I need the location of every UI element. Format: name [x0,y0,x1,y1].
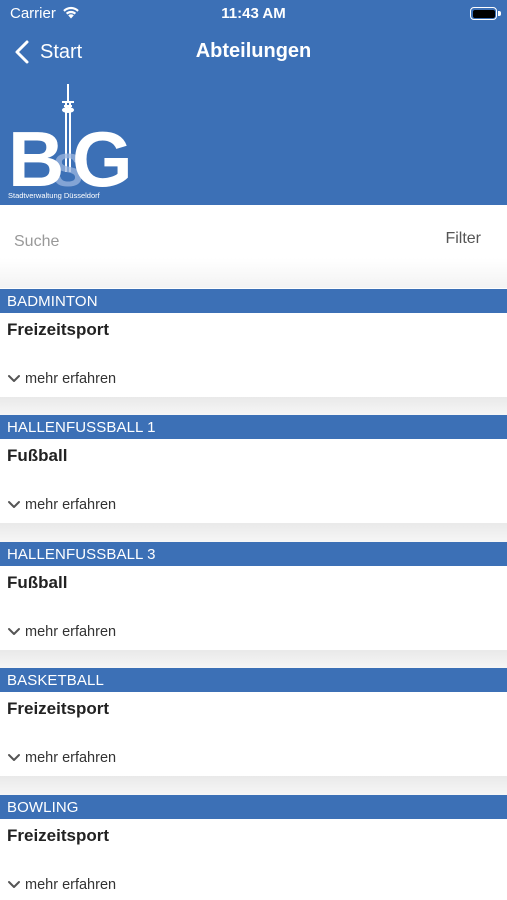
chevron-down-icon [8,880,20,888]
more-info-label: mehr erfahren [25,623,117,640]
bsg-logo: S B G Stadtverwaltung Düsseldorf [8,82,133,203]
more-info-label: mehr erfahren [25,750,117,767]
more-info-button[interactable]: mehr erfahren [7,750,116,766]
department-category: Freizeitsport [7,699,110,719]
filter-button[interactable]: Filter [445,230,481,248]
status-bar: Carrier 11:43 AM [0,0,507,30]
card-separator [0,649,507,669]
more-info-label: mehr erfahren [25,371,117,387]
department-body: Fußball mehr erfahren [0,439,507,524]
more-info-label: mehr erfahren [25,876,117,893]
department-card[interactable]: BOWLING Freizeitsport mehr erfahren [0,794,507,900]
department-category: Freizeitsport [7,825,110,845]
more-info-button[interactable]: mehr erfahren [7,877,116,893]
page-title: Abteilungen [195,40,312,62]
department-name: BOWLING [0,794,507,819]
department-body: Freizeitsport mehr erfahren [0,313,507,397]
more-info-button[interactable]: mehr erfahren [7,371,116,387]
more-info-button[interactable]: mehr erfahren [7,497,116,513]
department-name: HALLENFUSSBALL 3 [0,541,507,566]
department-category: Fußball [7,572,68,592]
department-list: BADMINTON Freizeitsport mehr erfahren HA… [0,289,507,900]
department-name: HALLENFUSSBALL 1 [0,415,507,440]
department-body: Freizeitsport mehr erfahren [0,818,507,900]
department-card[interactable]: HALLENFUSSBALL 1 Fußball mehr erfahren [0,415,507,542]
department-card[interactable]: HALLENFUSSBALL 3 Fußball mehr erfahren [0,541,507,669]
department-name: BADMINTON [0,289,507,313]
battery-cap [498,11,501,16]
department-name: BASKETBALL [0,668,507,693]
department-body: Fußball mehr erfahren [0,565,507,650]
card-separator [0,523,507,542]
svg-text:G: G [72,115,128,200]
chevron-down-icon [8,501,20,509]
chevron-down-icon [8,754,20,762]
chevron-down-icon [8,627,20,635]
chevron-down-icon [8,375,20,382]
department-card[interactable]: BASKETBALL Freizeitsport mehr erfahren [0,668,507,795]
card-separator [0,776,507,795]
department-category: Freizeitsport [7,320,110,339]
navigation-bar: Start Abteilungen [0,30,507,75]
department-card[interactable]: BADMINTON Freizeitsport mehr erfahren [0,289,507,416]
svg-text:B: B [8,115,64,200]
search-divider-shadow [0,258,507,288]
more-info-button[interactable]: mehr erfahren [7,624,116,640]
card-separator [0,397,507,416]
more-info-label: mehr erfahren [25,497,117,514]
logo-caption: Stadtverwaltung Düsseldorf [8,191,100,200]
department-body: Freizeitsport mehr erfahren [0,692,507,777]
search-input[interactable] [14,223,434,261]
department-category: Fußball [7,446,68,466]
battery-icon [470,7,497,20]
clock: 11:43 AM [221,5,286,22]
app-header: Carrier 11:43 AM Start Abteilungen S B G [0,0,507,205]
